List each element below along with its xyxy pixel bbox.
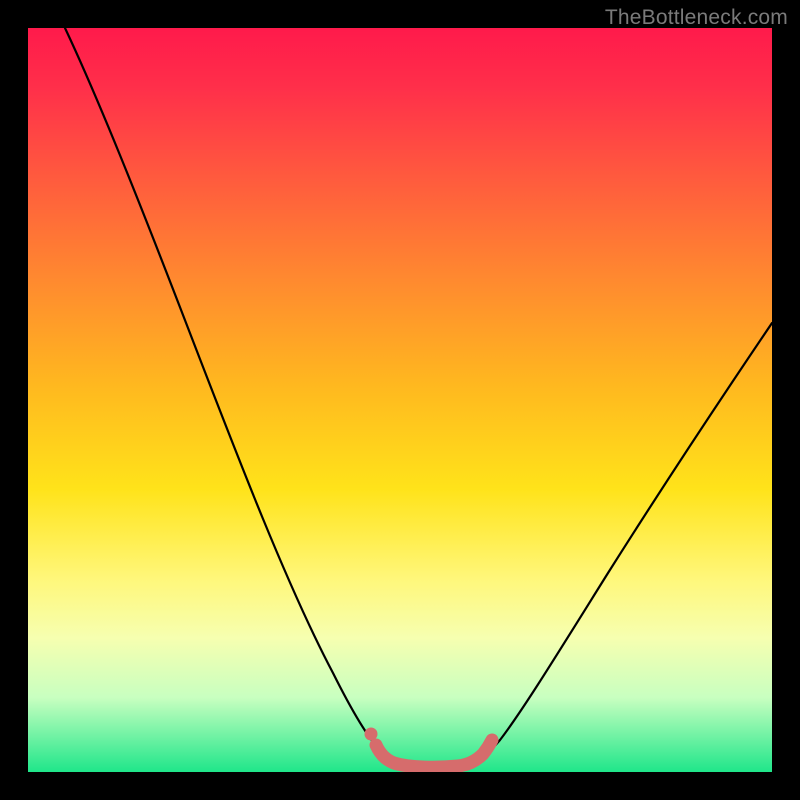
chart-svg	[28, 28, 772, 772]
bottleneck-curve	[65, 28, 772, 767]
optimal-range-highlight	[376, 740, 492, 767]
optimal-point-marker	[365, 728, 378, 741]
chart-frame: TheBottleneck.com	[0, 0, 800, 800]
plot-area	[28, 28, 772, 772]
watermark-text: TheBottleneck.com	[605, 6, 788, 30]
